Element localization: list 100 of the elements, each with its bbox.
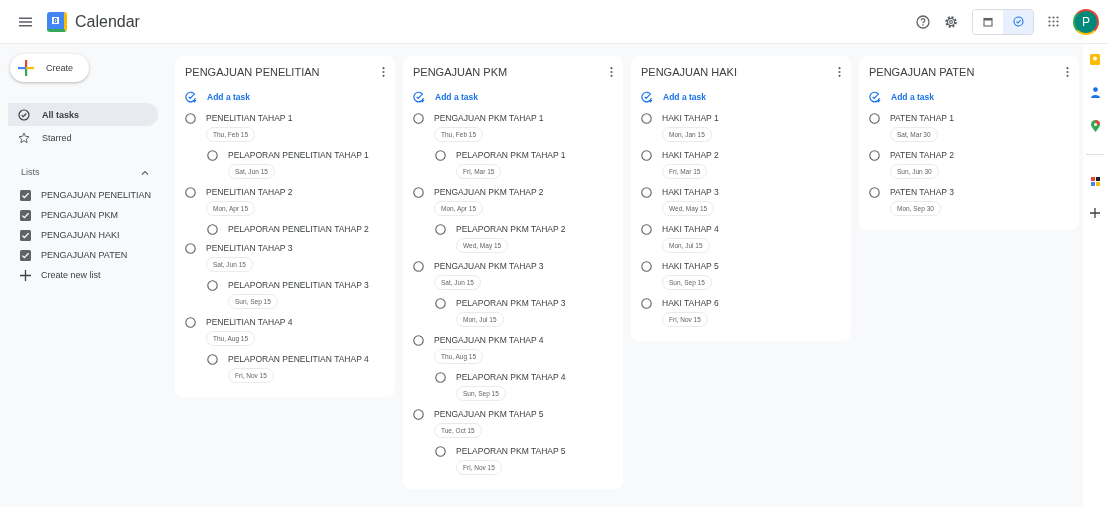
task-checkbox[interactable] [641,261,652,272]
nav-item[interactable]: All tasks [8,103,158,126]
task-checkbox[interactable] [207,354,218,365]
apps-grid-icon[interactable] [1048,16,1059,27]
task-checkbox[interactable] [185,187,196,198]
task-checkbox[interactable] [207,280,218,291]
task-title: HAKI TAHAP 4 [662,223,719,235]
more-icon[interactable] [1066,67,1069,77]
list-label: PENGAJUAN HAKI [41,230,120,240]
lists-heading: Lists [21,167,40,177]
list-title: PENGAJUAN PENELITIAN [185,66,320,78]
task-checkbox[interactable] [413,261,424,272]
settings-icon[interactable] [944,14,958,29]
list-title: PENGAJUAN HAKI [641,66,737,78]
checkbox[interactable] [20,229,31,241]
task-checkbox[interactable] [435,298,446,309]
task-title: PELAPORAN PENELITIAN TAHAP 4 [228,353,369,365]
menu-icon[interactable] [19,16,32,27]
task-title: PELAPORAN PKM TAHAP 5 [456,445,566,457]
task-title: HAKI TAHAP 2 [662,149,719,161]
list-title: PENGAJUAN PKM [413,66,508,78]
task-title: HAKI TAHAP 3 [662,186,719,198]
more-icon[interactable] [610,67,613,77]
check-circle-icon [18,108,30,121]
caret-icon[interactable] [141,169,149,175]
task-title: PENELITIAN TAHAP 2 [206,186,293,198]
checkbox[interactable] [20,209,31,221]
task-checkbox[interactable] [413,113,424,124]
task-checkbox[interactable] [185,113,196,124]
more-icon[interactable] [382,67,385,77]
add-task-button[interactable]: Add a task [413,91,613,103]
task-checkbox[interactable] [185,243,196,254]
create-button[interactable]: Create [10,54,89,82]
add-task-icon [185,91,197,103]
app-title: Calendar [75,12,140,31]
task-checkbox[interactable] [435,446,446,457]
task-title: PATEN TAHAP 2 [890,149,954,161]
task-title: PELAPORAN PKM TAHAP 2 [456,223,566,235]
task-title: HAKI TAHAP 1 [662,112,719,124]
add-task-button[interactable]: Add a task [869,91,1069,103]
add-task-icon [869,91,881,103]
list-label: PENGAJUAN PKM [41,210,118,220]
task-title: PELAPORAN PKM TAHAP 3 [456,297,566,309]
add-task-button[interactable]: Add a task [641,91,841,103]
task-checkbox[interactable] [207,224,218,235]
task-title: PELAPORAN PKM TAHAP 4 [456,371,566,383]
task-title: PATEN TAHAP 3 [890,186,954,198]
star-icon [18,131,30,144]
task-checkbox[interactable] [641,150,652,161]
add-task-button[interactable]: Add a task [185,91,385,103]
create-list-button[interactable]: Create new list [10,265,168,285]
task-checkbox[interactable] [435,372,446,383]
task-title: PENGAJUAN PKM TAHAP 5 [434,408,544,420]
task-checkbox[interactable] [641,113,652,124]
add-task-icon [641,91,653,103]
task-title: PENELITIAN TAHAP 1 [206,112,293,124]
checkbox[interactable] [20,189,31,201]
task-title: PELAPORAN PENELITIAN TAHAP 1 [228,149,369,161]
task-title: PELAPORAN PKM TAHAP 1 [456,149,566,161]
task-title: PENGAJUAN PKM TAHAP 3 [434,260,544,272]
task-checkbox[interactable] [869,150,880,161]
checkbox[interactable] [20,249,31,261]
calendar-icon [983,16,993,27]
task-checkbox[interactable] [641,224,652,235]
list-title: PENGAJUAN PATEN [869,66,975,78]
task-checkbox[interactable] [435,150,446,161]
task-title: PELAPORAN PENELITIAN TAHAP 3 [228,279,369,291]
task-title: PATEN TAHAP 1 [890,112,954,124]
task-checkbox[interactable] [435,224,446,235]
task-checkbox[interactable] [413,187,424,198]
plus-icon [20,269,31,281]
nav-item[interactable]: Starred [8,126,158,149]
view-toggle-button[interactable] [1003,9,1033,34]
task-checkbox[interactable] [869,113,880,124]
task-title: PENGAJUAN PKM TAHAP 2 [434,186,544,198]
list-label: PENGAJUAN PATEN [41,250,128,260]
check-circle-icon [1012,16,1024,27]
task-checkbox[interactable] [185,317,196,328]
person-icon[interactable] [1090,87,1100,98]
plus-icon[interactable] [1090,208,1100,218]
task-title: PELAPORAN PENELITIAN TAHAP 2 [228,223,369,235]
more-icon[interactable] [838,67,841,77]
task-title: HAKI TAHAP 5 [662,260,719,272]
task-checkbox[interactable] [413,409,424,420]
addons-icon[interactable] [1090,177,1100,186]
task-checkbox[interactable] [641,298,652,309]
map-pin-icon[interactable] [1090,120,1100,132]
task-title: PENGAJUAN PKM TAHAP 4 [434,334,544,346]
help-icon[interactable] [916,14,930,29]
task-checkbox[interactable] [413,335,424,346]
task-title: HAKI TAHAP 6 [662,297,719,309]
avatar[interactable]: P [1073,8,1099,35]
task-checkbox[interactable] [641,187,652,198]
plus-icon [18,60,34,76]
list-label: PENGAJUAN PENELITIAN [41,190,152,200]
task-title: PENGAJUAN PKM TAHAP 1 [434,112,544,124]
add-task-icon [413,91,425,103]
task-checkbox[interactable] [207,150,218,161]
task-checkbox[interactable] [869,187,880,198]
task-title: PENELITIAN TAHAP 4 [206,316,293,328]
